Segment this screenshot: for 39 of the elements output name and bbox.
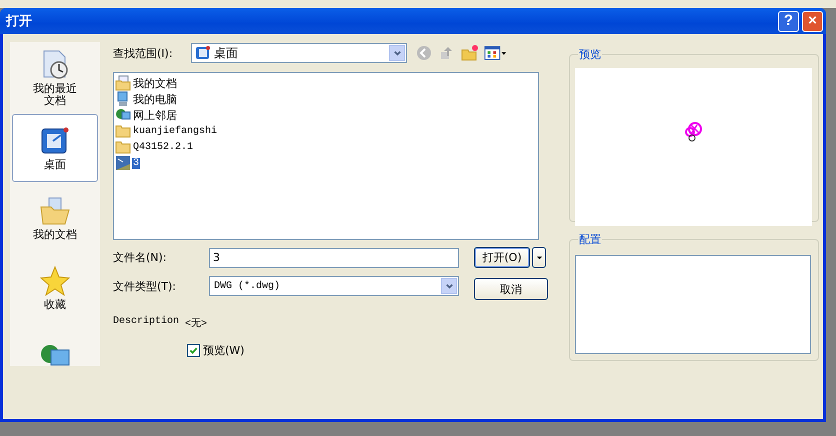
back-icon[interactable] [415,44,433,62]
folder-icon [115,139,131,155]
caret-icon [536,254,542,261]
group-title: 预览 [578,47,602,62]
place-item[interactable]: 桌面 [12,114,98,182]
window-title: 打开 [6,13,32,30]
file-item[interactable]: 3 [132,158,140,168]
close-button[interactable]: × [802,10,823,32]
open-button[interactable]: 打开(O) [474,247,530,268]
folder-icon [115,123,131,139]
look-in-label: 查找范围(I): [113,46,174,60]
open-options-button[interactable] [532,247,546,268]
file-item[interactable]: 我的电脑 [132,92,178,106]
file-name-field[interactable]: 3 [209,248,459,268]
look-in-dropdown[interactable]: 桌面 [191,43,407,63]
file-type-label: 文件类型(T): [113,278,178,294]
star-icon [39,265,71,297]
place-item[interactable]: 我的最近文档 [12,44,98,112]
preview-checkbox[interactable] [187,344,200,357]
file-name-label: 文件名(N): [113,250,168,265]
file-item[interactable]: Q43152.2.1 [132,142,194,152]
file-item[interactable]: kuanjiefangshi [132,126,218,136]
view-menu-icon[interactable] [484,44,508,62]
description-label: Description [113,316,180,329]
place-item[interactable]: 我的文档 [12,184,98,252]
group-title: 配置 [578,232,602,247]
preview-checkbox-label[interactable]: 预览(W) [203,343,244,358]
desktop-icon [195,45,211,61]
new-folder-icon[interactable] [461,44,479,62]
file-type-dropdown[interactable]: DWG (*.dwg) [209,276,459,296]
cancel-button[interactable]: 取消 [474,278,548,300]
folder-document-icon [115,75,131,91]
folder-document-icon [39,195,71,227]
globe-computer-icon [39,342,71,366]
file-item[interactable]: 网上邻居 [132,108,178,122]
file-item[interactable]: 我的文档 [132,76,178,90]
place-item[interactable]: 收藏 [12,254,98,322]
help-button[interactable]: ? [778,10,799,32]
description-value: <无> [185,317,208,330]
